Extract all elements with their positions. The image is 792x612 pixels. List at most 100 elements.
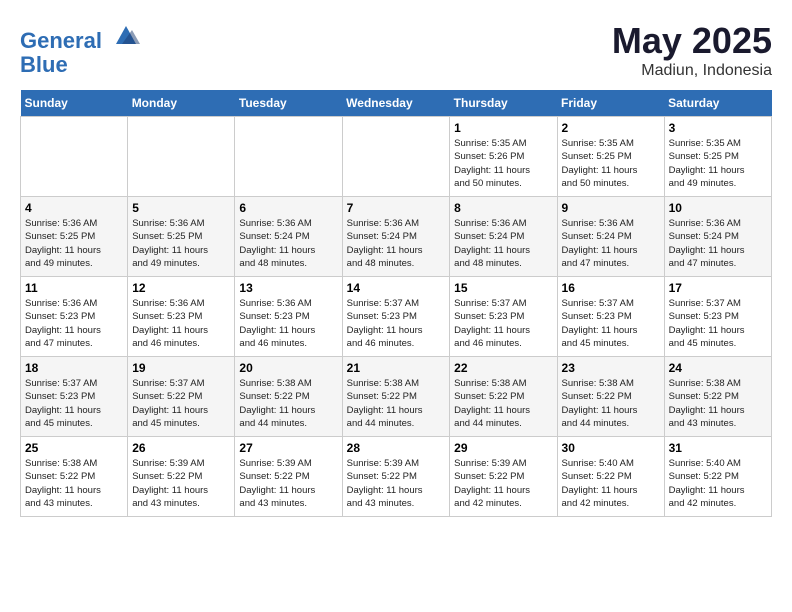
day-info: Sunrise: 5:36 AM Sunset: 5:24 PM Dayligh… [454, 217, 552, 270]
weekday-header-monday: Monday [128, 90, 235, 117]
day-info: Sunrise: 5:38 AM Sunset: 5:22 PM Dayligh… [25, 457, 123, 510]
day-info: Sunrise: 5:36 AM Sunset: 5:24 PM Dayligh… [239, 217, 337, 270]
day-cell [128, 117, 235, 197]
day-cell: 3Sunrise: 5:35 AM Sunset: 5:25 PM Daylig… [664, 117, 771, 197]
day-cell: 23 Sunrise: 5:38 AM Sunset: 5:22 PM Dayli… [557, 357, 664, 437]
day-info: Sunrise: 5:39 AM Sunset: 5:22 PM Dayligh… [347, 457, 446, 510]
weekday-header-thursday: Thursday [450, 90, 557, 117]
day-cell: 20 Sunrise: 5:38 AM Sunset: 5:22 PM Dayli… [235, 357, 342, 437]
day-number: 30 [562, 441, 660, 455]
day-info: Sunrise: 5:37 AM Sunset: 5:23 PM Dayligh… [454, 297, 552, 350]
day-number: 13 [239, 281, 337, 295]
day-cell [21, 117, 128, 197]
day-number: 6 [239, 201, 337, 215]
day-cell: 4 Sunrise: 5:36 AM Sunset: 5:25 PM Daylig… [21, 197, 128, 277]
day-cell: 6 Sunrise: 5:36 AM Sunset: 5:24 PM Daylig… [235, 197, 342, 277]
day-info: Sunrise: 5:37 AM Sunset: 5:23 PM Dayligh… [562, 297, 660, 350]
day-cell: 26 Sunrise: 5:39 AM Sunset: 5:22 PM Dayli… [128, 437, 235, 517]
day-cell [235, 117, 342, 197]
day-number: 3 [669, 121, 767, 135]
day-number: 19 [132, 361, 230, 375]
day-number: 11 [25, 281, 123, 295]
day-number: 17 [669, 281, 767, 295]
day-cell: 13Sunrise: 5:36 AM Sunset: 5:23 PM Dayli… [235, 277, 342, 357]
day-cell: 12Sunrise: 5:36 AM Sunset: 5:23 PM Dayli… [128, 277, 235, 357]
day-number: 4 [25, 201, 123, 215]
day-number: 14 [347, 281, 446, 295]
day-number: 24 [669, 361, 767, 375]
day-info: Sunrise: 5:39 AM Sunset: 5:22 PM Dayligh… [239, 457, 337, 510]
week-row-3: 11 Sunrise: 5:36 AM Sunset: 5:23 PM Dayli… [21, 277, 772, 357]
day-number: 2 [562, 121, 660, 135]
day-info: Sunrise: 5:37 AM Sunset: 5:23 PM Dayligh… [25, 377, 123, 430]
week-row-4: 18 Sunrise: 5:37 AM Sunset: 5:23 PM Dayli… [21, 357, 772, 437]
day-number: 23 [562, 361, 660, 375]
day-info: Sunrise: 5:36 AM Sunset: 5:23 PM Dayligh… [25, 297, 123, 350]
day-cell: 10Sunrise: 5:36 AM Sunset: 5:24 PM Dayli… [664, 197, 771, 277]
day-cell [342, 117, 450, 197]
month-title: May 2025 [612, 20, 772, 62]
day-cell: 19Sunrise: 5:37 AM Sunset: 5:22 PM Dayli… [128, 357, 235, 437]
day-info: Sunrise: 5:39 AM Sunset: 5:22 PM Dayligh… [454, 457, 552, 510]
day-cell: 1Sunrise: 5:35 AM Sunset: 5:26 PM Daylig… [450, 117, 557, 197]
day-number: 27 [239, 441, 337, 455]
day-number: 22 [454, 361, 552, 375]
weekday-header-wednesday: Wednesday [342, 90, 450, 117]
day-number: 9 [562, 201, 660, 215]
day-info: Sunrise: 5:38 AM Sunset: 5:22 PM Dayligh… [669, 377, 767, 430]
weekday-header-saturday: Saturday [664, 90, 771, 117]
location-subtitle: Madiun, Indonesia [612, 62, 772, 80]
logo-blue: Blue [20, 52, 68, 77]
day-cell: 31 Sunrise: 5:40 AM Sunset: 5:22 PM Dayli… [664, 437, 771, 517]
day-cell: 22 Sunrise: 5:38 AM Sunset: 5:22 PM Dayli… [450, 357, 557, 437]
day-number: 28 [347, 441, 446, 455]
day-cell: 30 Sunrise: 5:40 AM Sunset: 5:22 PM Dayli… [557, 437, 664, 517]
day-info: Sunrise: 5:37 AM Sunset: 5:23 PM Dayligh… [669, 297, 767, 350]
logo-icon [112, 20, 140, 48]
day-info: Sunrise: 5:38 AM Sunset: 5:22 PM Dayligh… [347, 377, 446, 430]
day-info: Sunrise: 5:37 AM Sunset: 5:23 PM Dayligh… [347, 297, 446, 350]
day-info: Sunrise: 5:40 AM Sunset: 5:22 PM Dayligh… [669, 457, 767, 510]
day-info: Sunrise: 5:36 AM Sunset: 5:25 PM Dayligh… [25, 217, 123, 270]
title-block: May 2025 Madiun, Indonesia [612, 20, 772, 80]
day-cell: 18 Sunrise: 5:37 AM Sunset: 5:23 PM Dayli… [21, 357, 128, 437]
day-info: Sunrise: 5:36 AM Sunset: 5:24 PM Dayligh… [347, 217, 446, 270]
weekday-header-tuesday: Tuesday [235, 90, 342, 117]
day-info: Sunrise: 5:36 AM Sunset: 5:25 PM Dayligh… [132, 217, 230, 270]
day-number: 31 [669, 441, 767, 455]
day-cell: 11 Sunrise: 5:36 AM Sunset: 5:23 PM Dayli… [21, 277, 128, 357]
day-info: Sunrise: 5:38 AM Sunset: 5:22 PM Dayligh… [562, 377, 660, 430]
day-info: Sunrise: 5:40 AM Sunset: 5:22 PM Dayligh… [562, 457, 660, 510]
day-number: 26 [132, 441, 230, 455]
day-info: Sunrise: 5:38 AM Sunset: 5:22 PM Dayligh… [239, 377, 337, 430]
day-cell: 2 Sunrise: 5:35 AM Sunset: 5:25 PM Daylig… [557, 117, 664, 197]
day-number: 12 [132, 281, 230, 295]
day-info: Sunrise: 5:38 AM Sunset: 5:22 PM Dayligh… [454, 377, 552, 430]
day-info: Sunrise: 5:39 AM Sunset: 5:22 PM Dayligh… [132, 457, 230, 510]
day-cell: 24 Sunrise: 5:38 AM Sunset: 5:22 PM Dayli… [664, 357, 771, 437]
day-number: 8 [454, 201, 552, 215]
day-number: 10 [669, 201, 767, 215]
weekday-header-friday: Friday [557, 90, 664, 117]
day-cell: 29 Sunrise: 5:39 AM Sunset: 5:22 PM Dayli… [450, 437, 557, 517]
week-row-5: 25 Sunrise: 5:38 AM Sunset: 5:22 PM Dayli… [21, 437, 772, 517]
weekday-header-sunday: Sunday [21, 90, 128, 117]
day-cell: 14 Sunrise: 5:37 AM Sunset: 5:23 PM Dayli… [342, 277, 450, 357]
day-number: 29 [454, 441, 552, 455]
day-info: Sunrise: 5:36 AM Sunset: 5:24 PM Dayligh… [562, 217, 660, 270]
weekday-header-row: SundayMondayTuesdayWednesdayThursdayFrid… [21, 90, 772, 117]
day-cell: 27 Sunrise: 5:39 AM Sunset: 5:22 PM Dayli… [235, 437, 342, 517]
calendar-table: SundayMondayTuesdayWednesdayThursdayFrid… [20, 90, 772, 517]
week-row-2: 4 Sunrise: 5:36 AM Sunset: 5:25 PM Daylig… [21, 197, 772, 277]
logo: General Blue [20, 20, 140, 77]
day-cell: 9 Sunrise: 5:36 AM Sunset: 5:24 PM Daylig… [557, 197, 664, 277]
day-number: 18 [25, 361, 123, 375]
week-row-1: 1Sunrise: 5:35 AM Sunset: 5:26 PM Daylig… [21, 117, 772, 197]
day-number: 7 [347, 201, 446, 215]
day-info: Sunrise: 5:35 AM Sunset: 5:26 PM Dayligh… [454, 137, 552, 190]
day-number: 25 [25, 441, 123, 455]
day-cell: 17 Sunrise: 5:37 AM Sunset: 5:23 PM Dayli… [664, 277, 771, 357]
day-info: Sunrise: 5:35 AM Sunset: 5:25 PM Dayligh… [562, 137, 660, 190]
day-number: 20 [239, 361, 337, 375]
day-cell: 16Sunrise: 5:37 AM Sunset: 5:23 PM Dayli… [557, 277, 664, 357]
